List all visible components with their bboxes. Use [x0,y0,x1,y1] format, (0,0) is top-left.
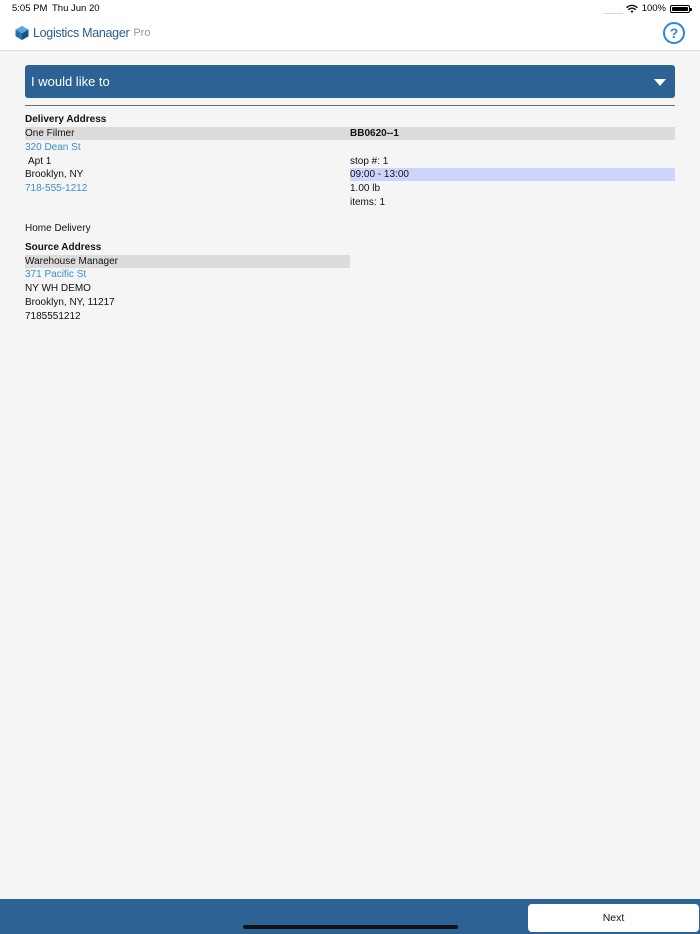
delivery-address-heading: Delivery Address [25,114,107,125]
status-bar: 5:05 PM Thu Jun 20 100% [0,0,700,18]
battery-icon [670,4,692,13]
source-address-heading: Source Address [25,242,102,253]
status-time: 5:05 PM [12,3,48,14]
status-indicators: 100% [626,3,692,14]
question-circle-icon: ? [669,25,679,41]
stop-number: stop #: 1 [350,156,389,167]
order-items: items: 1 [350,197,386,208]
section-divider [25,105,675,106]
delivery-city: Brooklyn, NY [25,169,84,180]
delivery-type: Home Delivery [25,223,91,234]
wifi-icon [626,4,638,13]
app-logo: Logistics Manager Pro [14,25,150,41]
delivery-name: One Filmer [25,128,75,139]
logo-suffix: Pro [133,27,151,39]
time-window: 09:00 - 13:00 [350,168,675,181]
source-name: Warehouse Manager [25,255,350,268]
battery-percent: 100% [641,3,666,14]
logo-text: Logistics Manager [33,26,130,40]
order-id: BB0620--1 [350,128,399,139]
delivery-unit: Apt 1 [28,156,52,167]
delivery-phone-link[interactable]: 718-555-1212 [25,182,87,195]
logistics-logo-icon [15,26,29,40]
delivery-street-link[interactable]: 320 Dean St [25,141,81,154]
status-pill [604,13,623,14]
action-dropdown-label: I would like to [31,74,110,89]
source-street-link[interactable]: 371 Pacific St [25,268,86,281]
source-warehouse: NY WH DEMO [25,283,91,294]
status-date: Thu Jun 20 [52,3,100,14]
app-header: Logistics Manager Pro ? [0,18,700,51]
caret-down-icon [654,79,666,86]
next-button[interactable]: Next [528,904,699,932]
home-indicator [243,925,458,929]
delivery-name-row: One Filmer BB0620--1 [25,127,675,140]
source-phone: 7185551212 [25,311,81,322]
help-button[interactable]: ? [663,22,685,44]
action-dropdown[interactable]: I would like to [25,65,675,98]
source-city: Brooklyn, NY, 11217 [25,297,115,308]
order-weight: 1.00 lb [350,183,381,194]
